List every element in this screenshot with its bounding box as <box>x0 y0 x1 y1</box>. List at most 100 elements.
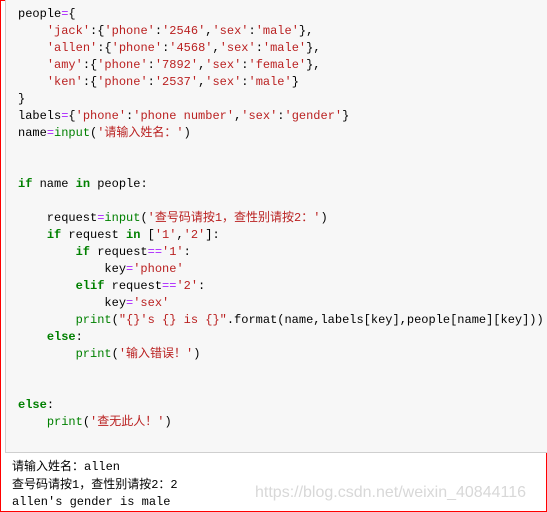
code-line: else: <box>18 329 544 346</box>
code-token: '2' <box>183 228 206 242</box>
code-token: print <box>75 313 112 327</box>
code-line: print('查无此人！') <box>18 414 544 431</box>
code-token: ( <box>111 347 119 361</box>
code-token: 'sex' <box>133 296 170 310</box>
code-token: [ <box>140 228 155 242</box>
code-token: labels <box>18 109 62 123</box>
code-token: key <box>18 296 127 310</box>
code-token: : <box>147 58 155 72</box>
code-token: request <box>18 211 98 225</box>
code-token: { <box>68 109 76 123</box>
code-token: = <box>46 126 55 140</box>
code-token: '2546' <box>162 24 206 38</box>
code-token: in <box>75 177 91 191</box>
code-token: request <box>90 245 148 259</box>
code-token: : <box>198 279 206 293</box>
code-line: } <box>18 91 544 108</box>
code-line: 'jack':{'phone':'2546','sex':'male'}, <box>18 23 544 40</box>
code-token: }, <box>306 41 321 55</box>
code-token: people: <box>90 177 148 191</box>
code-token: '2537' <box>154 75 199 89</box>
code-token: 'male' <box>255 24 299 38</box>
code-token: '请输入姓名：' <box>97 126 184 140</box>
code-token: key <box>18 262 127 276</box>
code-token: ) <box>183 126 191 140</box>
code-token: 'phone' <box>133 262 184 276</box>
code-token: : <box>154 24 163 38</box>
code-token: }, <box>298 24 314 38</box>
output-line: allen's gender is male <box>12 495 171 509</box>
code-token: == <box>147 245 163 259</box>
code-token: : <box>241 75 249 89</box>
code-token: '输入错误！' <box>118 347 194 361</box>
code-token: '7892' <box>154 58 199 72</box>
code-token: ) <box>320 211 328 225</box>
code-token: : <box>248 24 256 38</box>
code-token: if <box>18 177 33 191</box>
code-line: 'ken':{'phone':'2537','sex':'male'} <box>18 74 544 91</box>
watermark: https://blog.csdn.net/weixin_40844116 <box>255 484 527 501</box>
code-token: : <box>255 41 263 55</box>
code-token: '查号码请按1，查性别请按2：' <box>147 211 321 225</box>
code-token: 'amy' <box>46 58 83 72</box>
code-token: request <box>104 279 163 293</box>
code-line: if request in ['1','2']: <box>18 227 544 244</box>
code-token: == <box>162 279 177 293</box>
code-line: key='sex' <box>18 295 544 312</box>
code-token: print <box>46 415 83 429</box>
code-token: 'phone' <box>97 75 148 89</box>
code-token: 'phone' <box>97 58 148 72</box>
code-line: key='phone' <box>18 261 544 278</box>
code-cell[interactable]: people = { 'jack':{'phone':'2546','sex':'m… <box>5 0 547 453</box>
code-token: : <box>277 109 285 123</box>
code-token: :{ <box>97 41 112 55</box>
code-token: name <box>32 177 76 191</box>
code-token: 'sex' <box>241 109 278 123</box>
code-token: ) <box>193 347 201 361</box>
code-token: { <box>68 7 76 21</box>
code-token: ( <box>82 415 91 429</box>
code-line: if request=='1': <box>18 244 544 261</box>
code-token: : <box>75 330 83 344</box>
code-editor[interactable]: people = { 'jack':{'phone':'2546','sex':'m… <box>18 6 544 431</box>
code-token: :{ <box>82 75 98 89</box>
code-token: people <box>18 7 62 21</box>
code-token: : <box>241 58 249 72</box>
cell-output: 请输入姓名：allen 查号码请按1，查性别请按2：2 allen's gender… <box>12 459 178 512</box>
code-token: 'female' <box>248 58 307 72</box>
code-token: : <box>183 245 191 259</box>
code-token: input <box>54 126 91 140</box>
code-token: } <box>18 92 26 106</box>
output-line: 查号码请按1，查性别请按2：2 <box>12 477 178 492</box>
code-token: : <box>46 398 55 412</box>
code-line: request=input('查号码请按1，查性别请按2：') <box>18 210 544 227</box>
code-token: , <box>212 41 220 55</box>
code-token: 'male' <box>248 75 292 89</box>
code-token: 'sex' <box>205 58 242 72</box>
code-token: 'phone' <box>104 24 155 38</box>
code-token: : <box>147 75 155 89</box>
code-token: in <box>126 228 141 242</box>
code-line: print('输入错误！') <box>18 346 544 363</box>
code-token: ( <box>140 211 148 225</box>
code-token: else <box>18 398 47 412</box>
code-token: }, <box>306 58 321 72</box>
code-token: 'ken' <box>46 75 83 89</box>
code-token: 'sex' <box>205 75 242 89</box>
code-line: elif request=='2': <box>18 278 544 295</box>
code-line: print("{}'s {} is {}".format(name,labels… <box>18 312 544 329</box>
code-token: if <box>46 228 62 242</box>
code-token: input <box>104 211 141 225</box>
code-line: else: <box>18 397 544 414</box>
code-token: , <box>176 228 184 242</box>
